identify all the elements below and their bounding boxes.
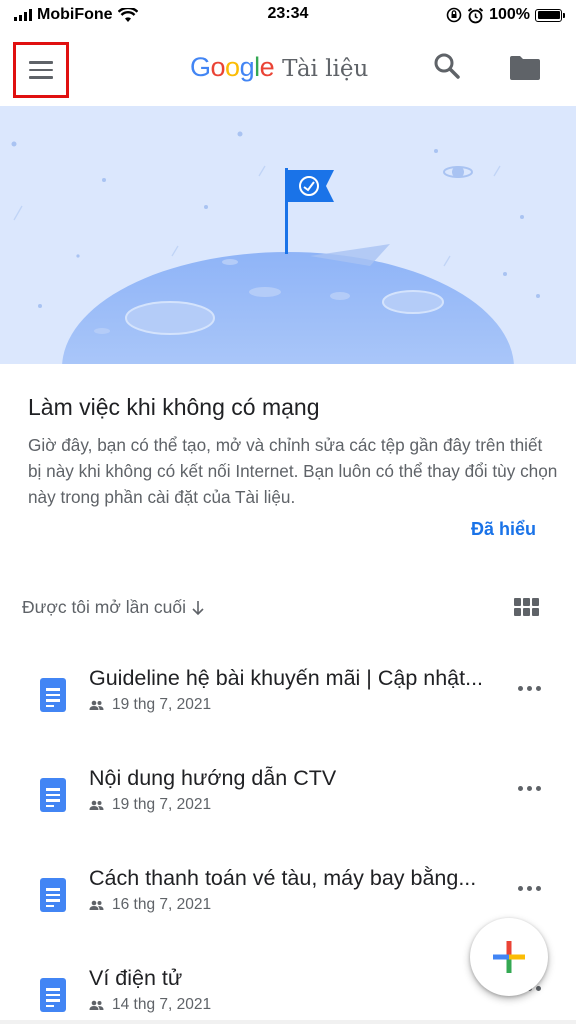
product-name: Tài liệu	[282, 56, 369, 82]
file-title: Nội dung hướng dẫn CTV	[89, 766, 337, 790]
file-meta: 14 thg 7, 2021	[89, 996, 211, 1014]
offline-illustration	[0, 106, 576, 364]
search-icon[interactable]	[432, 52, 462, 82]
carrier-name: MobiFone	[37, 6, 113, 23]
app-logo: Google Tài liệu	[190, 52, 368, 83]
file-meta: 19 thg 7, 2021	[89, 696, 211, 714]
document-icon	[40, 878, 66, 912]
offline-card-description: Giờ đây, bạn có thể tạo, mở và chỉnh sửa…	[28, 435, 558, 507]
file-meta: 19 thg 7, 2021	[89, 796, 211, 814]
wifi-icon	[117, 7, 138, 22]
shared-people-icon	[89, 800, 104, 810]
offline-card-title: Làm việc khi không có mạng	[28, 394, 320, 420]
more-options-icon[interactable]	[518, 882, 546, 894]
file-row[interactable]: Nội dung hướng dẫn CTV 19 thg 7, 2021	[0, 748, 576, 848]
more-options-icon[interactable]	[518, 682, 546, 694]
alarm-icon	[467, 7, 484, 23]
file-row[interactable]: Guideline hệ bài khuyến mãi | Cập nhật..…	[0, 648, 576, 748]
sort-label: Được tôi mở lần cuối	[22, 597, 187, 617]
arrow-down-icon	[192, 600, 204, 615]
file-date: 16 thg 7, 2021	[112, 896, 212, 913]
plus-icon	[493, 941, 525, 973]
create-new-button[interactable]	[470, 918, 548, 996]
menu-icon	[29, 61, 53, 64]
recent-files-header: Được tôi mở lần cuối	[0, 592, 576, 624]
file-meta: 16 thg 7, 2021	[89, 896, 211, 914]
signal-icon	[14, 9, 32, 21]
status-bar: MobiFone 23:34 100%	[0, 0, 576, 30]
shared-people-icon	[89, 1000, 104, 1010]
battery-percent: 100%	[489, 6, 530, 23]
google-wordmark: Google	[190, 52, 275, 82]
file-date: 19 thg 7, 2021	[112, 796, 212, 813]
shared-people-icon	[89, 900, 104, 910]
rotation-lock-icon	[446, 7, 462, 23]
app-bar: Google Tài liệu	[0, 36, 576, 102]
folder-icon[interactable]	[508, 54, 542, 82]
shared-people-icon	[89, 700, 104, 710]
bottom-divider	[0, 1020, 576, 1024]
more-options-icon[interactable]	[518, 782, 546, 794]
document-icon	[40, 978, 66, 1012]
got-it-button[interactable]: Đã hiểu	[471, 519, 536, 540]
file-title: Ví điện tử	[89, 966, 183, 990]
battery-icon	[535, 8, 565, 22]
document-icon	[40, 678, 66, 712]
sort-button[interactable]: Được tôi mở lần cuối	[22, 597, 206, 618]
grid-view-icon[interactable]	[514, 598, 540, 618]
file-title: Guideline hệ bài khuyến mãi | Cập nhật..…	[89, 666, 484, 690]
document-icon	[40, 778, 66, 812]
file-title: Cách thanh toán vé tàu, máy bay bằng...	[89, 866, 477, 890]
file-date: 19 thg 7, 2021	[112, 696, 212, 713]
menu-button[interactable]	[13, 42, 69, 98]
file-date: 14 thg 7, 2021	[112, 996, 212, 1013]
